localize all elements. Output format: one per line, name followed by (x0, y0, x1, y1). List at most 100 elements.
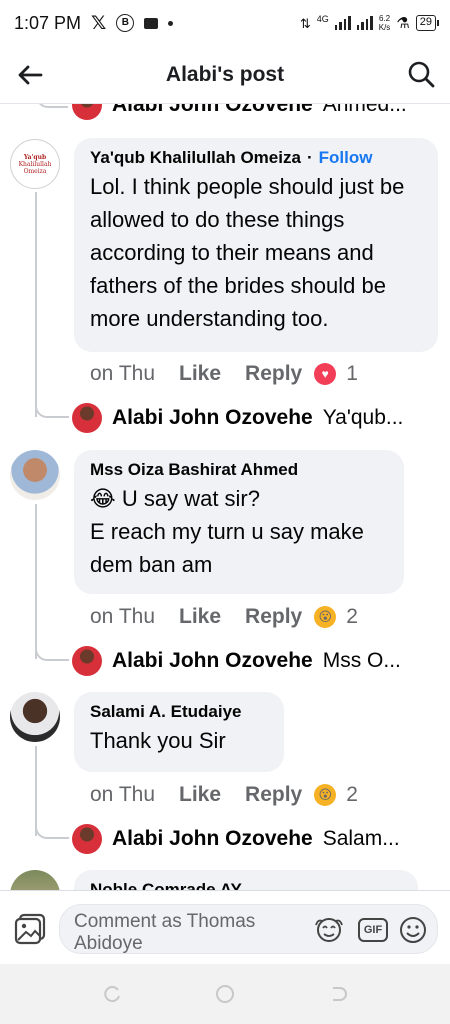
avatar (72, 403, 102, 433)
post-header: Alabi's post (0, 46, 450, 104)
thread-connector (35, 815, 69, 839)
reply-snippet: Salam... (322, 827, 400, 850)
comment-composer: Comment as Thomas Abidoye GIF (0, 890, 450, 964)
reply-author: Alabi John Ozovehe (112, 649, 313, 672)
follow-button[interactable]: Follow (319, 148, 373, 168)
avatar (72, 646, 102, 676)
avatar-text-2: Khalilullah (18, 160, 52, 168)
comment-author[interactable]: Mss Oiza Bashirat Ahmed (90, 460, 388, 480)
reply-author: Alabi John Ozovehe (112, 104, 313, 116)
recents-icon (104, 986, 120, 1003)
reply-snippet: Mss O... (322, 649, 401, 672)
comment-bubble[interactable]: Ya'qub Khalilullah Omeiza · Follow Lol. … (74, 138, 438, 352)
comment-time: on Thu (90, 783, 155, 806)
emoji-icon (400, 917, 426, 943)
flask-icon: ⚗ (396, 14, 410, 32)
like-button[interactable]: Like (179, 783, 221, 807)
search-button[interactable] (404, 57, 438, 91)
reply-preview[interactable]: Alabi John Ozovehe Ya'qub... (72, 403, 403, 433)
comment-author[interactable]: Noble Comrade AY (90, 880, 402, 890)
love-reaction-icon[interactable]: ♥ (314, 363, 337, 385)
network-type: 4G (316, 14, 329, 24)
reply-author: Alabi John Ozovehe (112, 827, 313, 850)
home-button[interactable] (215, 984, 235, 1004)
signal-icon (334, 16, 351, 30)
image-icon (14, 913, 46, 945)
message-notification-icon (144, 17, 159, 29)
avatar-sticker-button[interactable] (314, 915, 344, 945)
comment-actions: on Thu Like Reply ♥ 1 (90, 362, 358, 386)
status-right: ⇅ 4G 6.2 K/s ⚗ 29 (299, 14, 440, 32)
thread-connector (35, 637, 69, 661)
comment-time: on Thu (90, 605, 155, 628)
photo-button[interactable] (12, 911, 48, 947)
thread-connector (35, 504, 37, 659)
emoji-button[interactable] (398, 915, 428, 945)
network-speed: 6.2 K/s (379, 14, 391, 32)
like-button[interactable]: Like (179, 605, 221, 629)
avatar[interactable]: Ya'qub Khalilullah Omeiza (10, 139, 60, 189)
thread-connector (35, 192, 37, 417)
comment-author[interactable]: Ya'qub Khalilullah Omeiza (90, 148, 301, 168)
comment-bubble[interactable]: Salami A. Etudaiye Thank you Sir (74, 692, 284, 772)
thread-connector (36, 104, 68, 108)
network-speed-unit: K/s (378, 23, 391, 32)
haha-reaction-icon[interactable]: 😮 (314, 606, 337, 628)
comment-author[interactable]: Salami A. Etudaiye (90, 702, 268, 722)
status-bar: 1:07 PM 𝕏 B ⇅ 4G 6.2 K/s ⚗ 29 (0, 0, 450, 46)
back-nav-icon (333, 987, 347, 1001)
laughing-emoji-icon: 😂 (90, 486, 116, 511)
avatar-sticker-icon (315, 918, 343, 942)
comment-text-line-1: U say wat sir? (121, 486, 260, 511)
more-notifications-icon (168, 20, 174, 26)
data-transfer-icon: ⇅ (299, 15, 311, 31)
avatar (72, 824, 102, 854)
reply-snippet: Ya'qub... (322, 406, 404, 429)
comment-actions: on Thu Like Reply 😮 2 (90, 783, 358, 807)
comment-bubble[interactable]: Mss Oiza Bashirat Ahmed 😂 U say wat sir?… (74, 450, 404, 594)
comment-thread[interactable]: Alabi John Ozovehe Ahmed... Ya'qub Khali… (0, 104, 450, 890)
comment-author-row: Ya'qub Khalilullah Omeiza · Follow (90, 148, 422, 168)
home-icon (216, 985, 234, 1003)
comment-text: Thank you Sir (90, 728, 226, 753)
comment-actions: on Thu Like Reply 😮 2 (90, 605, 358, 629)
separator: · (306, 148, 313, 167)
reply-button[interactable]: Reply (245, 783, 302, 807)
gif-button[interactable]: GIF (358, 918, 388, 942)
back-nav-button[interactable] (328, 984, 348, 1004)
reply-author: Alabi John Ozovehe (112, 406, 313, 429)
reply-preview[interactable]: Alabi John Ozovehe Salam... (72, 824, 400, 854)
reply-button[interactable]: Reply (245, 362, 302, 386)
avatar-text-1: Ya'qub (23, 153, 47, 161)
avatar-text-3: Omeiza (23, 167, 47, 175)
search-icon (408, 61, 435, 88)
avatar[interactable] (10, 870, 60, 890)
avatar[interactable] (10, 450, 60, 500)
haha-reaction-icon[interactable]: 😮 (314, 784, 337, 806)
comment-text: Lol. I think people should just be allow… (90, 174, 405, 331)
reaction-count[interactable]: 1 (346, 362, 358, 386)
like-button[interactable]: Like (179, 362, 221, 386)
back-button[interactable] (14, 59, 46, 91)
reaction-count[interactable]: 2 (346, 605, 358, 629)
reply-button[interactable]: Reply (245, 605, 302, 629)
b-notification-icon: B (116, 14, 135, 32)
reaction-count[interactable]: 2 (346, 783, 358, 807)
comment-placeholder: Comment as Thomas Abidoye (74, 911, 256, 954)
signal-2-icon (356, 16, 373, 30)
network-speed-value: 6.2 (378, 14, 391, 23)
avatar[interactable] (10, 692, 60, 742)
comment-text-rest: E reach my turn u say make dem ban am (90, 519, 364, 577)
reply-snippet: Ahmed... (322, 104, 407, 116)
page-title: Alabi's post (165, 62, 285, 86)
comment-time: on Thu (90, 362, 155, 385)
avatar (72, 104, 102, 120)
reply-preview[interactable]: Alabi John Ozovehe Mss O... (72, 646, 401, 676)
reply-preview-top[interactable]: Alabi John Ozovehe Ahmed... (72, 104, 407, 120)
system-nav-bar (0, 964, 450, 1024)
comment-bubble[interactable]: Noble Comrade AY (74, 870, 418, 890)
thread-connector (35, 394, 69, 418)
comment-text: 😂 U say wat sir? E reach my turn u say m… (90, 482, 388, 581)
recents-button[interactable] (102, 984, 122, 1004)
comment-input[interactable]: Comment as Thomas Abidoye GIF (59, 904, 438, 954)
